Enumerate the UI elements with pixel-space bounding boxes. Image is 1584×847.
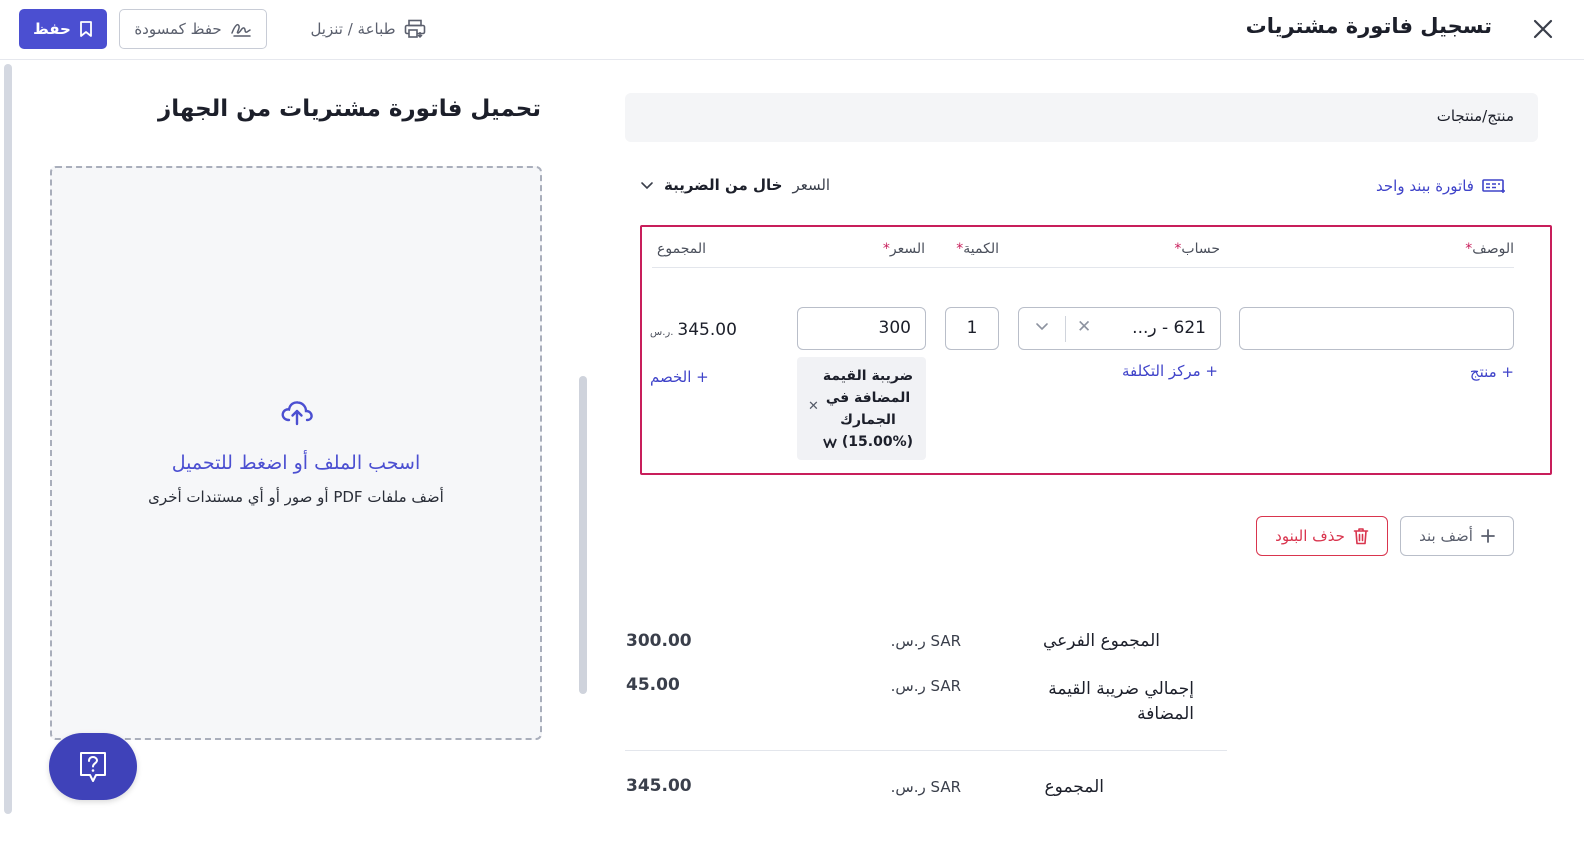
line-total-currency: ر.س. (650, 327, 674, 338)
trash-icon (1353, 528, 1369, 545)
add-discount-link[interactable]: + الخصم (650, 368, 709, 386)
add-cost-center-link[interactable]: + مركز التكلفة (1122, 362, 1218, 380)
vat-total-label: إجمالي ضريبة القيمة المضافة (1048, 679, 1194, 724)
select-separator (1065, 316, 1066, 342)
tax-chip-label: ضريبة القيمة المضافة في الجمارك (822, 368, 914, 428)
remove-tax-icon[interactable]: ✕ (808, 399, 819, 414)
save-draft-button[interactable]: حفظ كمسودة (119, 9, 267, 49)
save-button[interactable]: حفظ (19, 9, 107, 49)
help-button[interactable] (49, 733, 137, 800)
subtotal-value: 300.00 (626, 631, 692, 651)
invoice-list-icon (1482, 179, 1505, 193)
save-button-label: حفظ (33, 20, 71, 38)
products-section-title: منتج/منتجات (1436, 107, 1514, 125)
print-download-button[interactable]: طباعة / تنزيل (303, 9, 433, 49)
add-item-label: أضف بند (1419, 527, 1473, 545)
column-header-description: الوصف* (1465, 241, 1514, 257)
tax-chip-rate: (15.00%) (841, 434, 913, 450)
panel-scrollbar[interactable] (579, 376, 587, 694)
single-item-invoice-label: فاتورة ببند واحد (1376, 177, 1474, 195)
dropzone-sub-text: أضف ملفات PDF أو صور أو أي مستندات أخرى (148, 488, 444, 506)
header-divider (652, 267, 1514, 268)
page-title: تسجيل فاتورة مشتريات (1245, 14, 1492, 38)
saudi-riyal-icon (823, 437, 837, 449)
subtotal-currency: SAR ر.س. (890, 632, 961, 650)
summary-divider (625, 750, 1227, 751)
bookmark-icon (79, 21, 92, 37)
account-select-value: 621 - ر... (1132, 318, 1206, 338)
price-mode-prefix: السعر (792, 176, 831, 194)
grand-total-value: 345.00 (626, 776, 692, 796)
subtotal-label: المجموع الفرعي (1042, 631, 1160, 651)
signature-icon (230, 23, 251, 37)
help-question-icon (80, 751, 106, 782)
column-header-price: السعر* (882, 241, 925, 257)
tax-chip-text: ضريبة القيمة المضافة في الجمارك (15.00%) (820, 365, 916, 453)
vat-total-currency: SAR ر.س. (890, 677, 961, 695)
upload-title: تحميل فاتورة مشتريات من الجهاز (158, 96, 541, 122)
price-mode-dropdown[interactable]: السعر خال من الضريبة (640, 176, 830, 194)
description-input[interactable] (1239, 307, 1514, 350)
add-item-button[interactable]: أضف بند (1400, 516, 1514, 556)
clear-icon[interactable]: ✕ (1077, 317, 1091, 337)
delete-items-label: حذف البنود (1275, 527, 1345, 545)
printer-icon (404, 19, 425, 39)
print-download-label: طباعة / تنزيل (310, 20, 396, 38)
column-header-total: المجموع (657, 241, 706, 257)
products-section-header: منتج/منتجات (625, 93, 1538, 142)
close-icon (1533, 19, 1553, 39)
price-input[interactable]: 300 (797, 307, 926, 350)
dropzone-main-text: اسحب الملف أو اضغط للتحميل (171, 452, 421, 474)
single-item-invoice-link[interactable]: فاتورة ببند واحد (1376, 177, 1506, 195)
line-items-table: الوصف* حساب* الكمية* السعر* المجموع 621 … (640, 225, 1552, 475)
chevron-down-icon (641, 181, 653, 189)
save-draft-label: حفظ كمسودة (134, 20, 222, 38)
quantity-input[interactable]: 1 (945, 307, 999, 350)
left-scrollbar[interactable] (4, 64, 12, 814)
line-total-value: 345.00 (677, 320, 737, 340)
vat-total-value: 45.00 (626, 675, 680, 695)
plus-icon (1480, 529, 1495, 543)
cloud-upload-icon (281, 401, 313, 426)
chevron-down-icon[interactable] (1035, 322, 1049, 331)
file-dropzone[interactable]: اسحب الملف أو اضغط للتحميل أضف ملفات PDF… (50, 166, 542, 740)
grand-total-label: المجموع (1044, 777, 1104, 797)
price-mode-value: خال من الضريبة (664, 176, 783, 194)
add-product-link[interactable]: + منتج (1470, 363, 1514, 381)
line-total: ر.س. 345.00 (650, 320, 737, 340)
close-button[interactable] (1528, 14, 1558, 44)
grand-total-currency: SAR ر.س. (890, 778, 961, 796)
tax-chip: ضريبة القيمة المضافة في الجمارك (15.00%)… (797, 357, 926, 460)
delete-items-button[interactable]: حذف البنود (1256, 516, 1388, 556)
column-header-quantity: الكمية* (956, 241, 999, 257)
column-header-account: حساب* (1174, 241, 1220, 257)
top-bar: تسجيل فاتورة مشتريات حفظ حفظ كمسودة طباع… (0, 0, 1584, 60)
account-select[interactable]: 621 - ر... ✕ (1018, 307, 1221, 350)
